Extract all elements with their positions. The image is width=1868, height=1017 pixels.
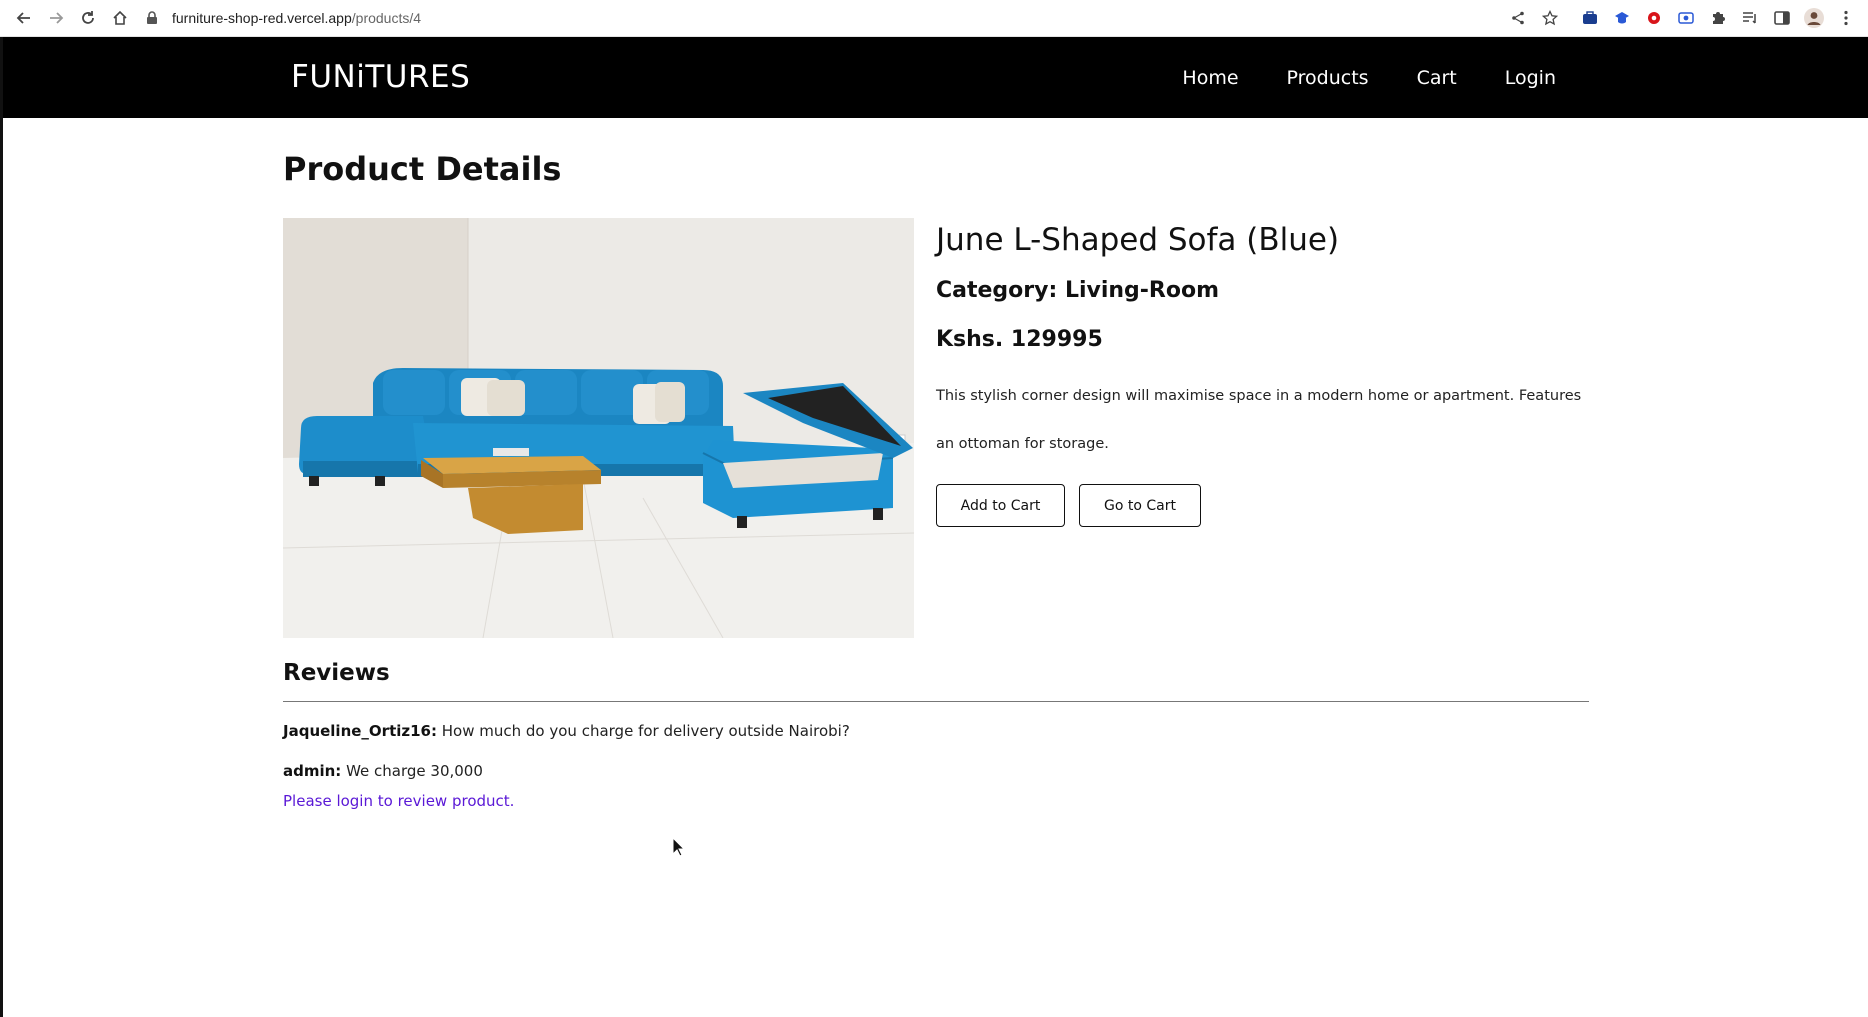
url-text: furniture-shop-red.vercel.app/products/4 bbox=[172, 10, 421, 26]
extension-record-icon[interactable] bbox=[1644, 8, 1664, 28]
lock-icon[interactable] bbox=[146, 11, 160, 25]
browser-menu-icon[interactable] bbox=[1836, 8, 1856, 28]
product-details: June L-Shaped Sofa (Blue) Category: Livi… bbox=[936, 222, 1596, 527]
review-author: Jaqueline_Ortiz16: bbox=[283, 722, 437, 740]
nav-link-cart[interactable]: Cart bbox=[1417, 67, 1457, 89]
share-icon[interactable] bbox=[1508, 8, 1528, 28]
nav-link-products[interactable]: Products bbox=[1287, 67, 1369, 89]
nav-link-login[interactable]: Login bbox=[1505, 67, 1556, 89]
address-bar[interactable]: furniture-shop-red.vercel.app/products/4 bbox=[146, 4, 1546, 32]
extensions-puzzle-icon[interactable] bbox=[1708, 8, 1728, 28]
product-description: This stylish corner design will maximise… bbox=[936, 388, 1582, 452]
product-name: June L-Shaped Sofa (Blue) bbox=[936, 222, 1340, 258]
product-category: Category: Living-Room bbox=[936, 278, 1220, 303]
page-title: Product Details bbox=[283, 150, 562, 188]
nav-link-home[interactable]: Home bbox=[1182, 67, 1238, 89]
reading-list-icon[interactable] bbox=[1740, 8, 1760, 28]
extension-briefcase-icon[interactable] bbox=[1580, 8, 1600, 28]
back-icon[interactable] bbox=[12, 6, 36, 30]
review-item: admin: We charge 30,000 bbox=[283, 762, 483, 780]
extension-screen-icon[interactable] bbox=[1676, 8, 1696, 28]
forward-icon[interactable] bbox=[44, 6, 68, 30]
site-navbar: FUNiTURES Home Products Cart Login bbox=[3, 37, 1868, 118]
go-to-cart-button[interactable]: Go to Cart bbox=[1079, 484, 1201, 527]
add-to-cart-button[interactable]: Add to Cart bbox=[936, 484, 1065, 527]
review-text: We charge 30,000 bbox=[346, 762, 483, 780]
bookmark-star-icon[interactable] bbox=[1540, 8, 1560, 28]
review-author: admin: bbox=[283, 762, 342, 780]
login-to-review-link[interactable]: Please login to review product. bbox=[283, 792, 514, 810]
reviews-heading: Reviews bbox=[283, 660, 390, 686]
nav-links: Home Products Cart Login bbox=[1134, 67, 1556, 89]
profile-avatar-icon[interactable] bbox=[1804, 8, 1824, 28]
home-icon[interactable] bbox=[108, 6, 132, 30]
product-actions: Add to Cart Go to Cart bbox=[936, 484, 1596, 527]
window-edge bbox=[0, 37, 3, 1017]
url-path: /products/4 bbox=[351, 10, 422, 26]
url-host: furniture-shop-red.vercel.app bbox=[172, 10, 352, 26]
side-panel-icon[interactable] bbox=[1772, 8, 1792, 28]
product-image bbox=[283, 218, 914, 638]
product-price: Kshs. 129995 bbox=[936, 327, 1103, 352]
review-text: How much do you charge for delivery outs… bbox=[441, 722, 850, 740]
reviews-divider bbox=[283, 701, 1589, 702]
site-brand-logo[interactable]: FUNiTURES bbox=[291, 59, 470, 95]
extension-cap-icon[interactable] bbox=[1612, 8, 1632, 28]
reload-icon[interactable] bbox=[76, 6, 100, 30]
mouse-cursor-icon bbox=[672, 836, 686, 861]
review-item: Jaqueline_Ortiz16: How much do you charg… bbox=[283, 722, 850, 740]
browser-toolbar: furniture-shop-red.vercel.app/products/4 bbox=[0, 0, 1868, 37]
